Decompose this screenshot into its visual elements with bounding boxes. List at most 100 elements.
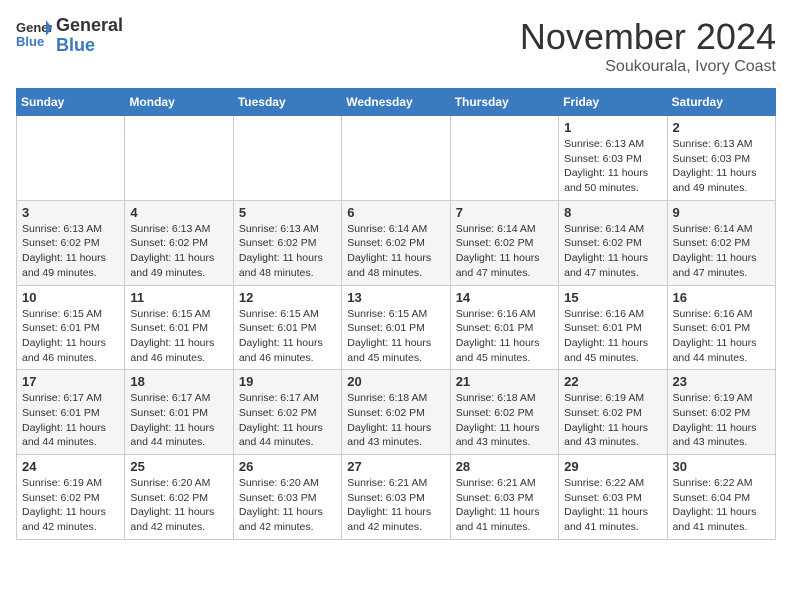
day-number: 23 [673,374,770,389]
day-number: 8 [564,205,661,220]
calendar-week-row: 10 Sunrise: 6:15 AM Sunset: 6:01 PM Dayli… [17,285,776,370]
day-number: 1 [564,120,661,135]
weekday-header: Wednesday [342,89,450,116]
day-number: 16 [673,290,770,305]
calendar-cell [233,116,341,201]
calendar-cell: 28Sunrise: 6:21 AM Sunset: 6:03 PM Dayli… [450,455,558,540]
day-info: Sunrise: 6:16 AM Sunset: 6:01 PM Dayligh… [673,307,770,366]
day-info: Sunrise: 6:13 AM Sunset: 6:02 PM Dayligh… [22,222,119,281]
day-number: 27 [347,459,444,474]
calendar-cell: 25 Sunrise: 6:20 AM Sunset: 6:02 PM Dayli… [125,455,233,540]
day-number: 2 [673,120,770,135]
day-info: Sunrise: 6:14 AM Sunset: 6:02 PM Dayligh… [456,222,553,281]
day-info: Sunrise: 6:19 AM Sunset: 6:02 PM Dayligh… [22,476,119,535]
day-info: Sunrise: 6:18 AM Sunset: 6:02 PM Dayligh… [347,391,444,450]
day-number: 29 [564,459,661,474]
logo: General Blue GeneralBlue [16,16,123,56]
calendar-cell: 26 Sunrise: 6:20 AM Sunset: 6:03 PM Dayli… [233,455,341,540]
calendar-cell: 16 Sunrise: 6:16 AM Sunset: 6:01 PM Dayli… [667,285,775,370]
day-info: Sunrise: 6:15 AM Sunset: 6:01 PM Dayligh… [347,307,444,366]
calendar-cell: 24 Sunrise: 6:19 AM Sunset: 6:02 PM Dayli… [17,455,125,540]
day-info: Sunrise: 6:22 AM Sunset: 6:03 PM Dayligh… [564,476,661,535]
calendar-table: SundayMondayTuesdayWednesdayThursdayFrid… [16,88,776,540]
calendar-cell: 7 Sunrise: 6:14 AM Sunset: 6:02 PM Daylig… [450,200,558,285]
calendar-week-row: 17Sunrise: 6:17 AM Sunset: 6:01 PM Dayli… [17,370,776,455]
day-number: 12 [239,290,336,305]
day-number: 3 [22,205,119,220]
calendar-cell: 23 Sunrise: 6:19 AM Sunset: 6:02 PM Dayli… [667,370,775,455]
day-info: Sunrise: 6:13 AM Sunset: 6:02 PM Dayligh… [239,222,336,281]
calendar-cell: 19 Sunrise: 6:17 AM Sunset: 6:02 PM Dayli… [233,370,341,455]
calendar-week-row: 24 Sunrise: 6:19 AM Sunset: 6:02 PM Dayli… [17,455,776,540]
calendar-cell: 12Sunrise: 6:15 AM Sunset: 6:01 PM Dayli… [233,285,341,370]
month-title: November 2024 [520,16,776,58]
day-info: Sunrise: 6:19 AM Sunset: 6:02 PM Dayligh… [673,391,770,450]
day-number: 22 [564,374,661,389]
day-info: Sunrise: 6:17 AM Sunset: 6:01 PM Dayligh… [130,391,227,450]
day-number: 25 [130,459,227,474]
day-number: 18 [130,374,227,389]
day-info: Sunrise: 6:15 AM Sunset: 6:01 PM Dayligh… [130,307,227,366]
calendar-cell: 6Sunrise: 6:14 AM Sunset: 6:02 PM Daylig… [342,200,450,285]
calendar-cell: 27 Sunrise: 6:21 AM Sunset: 6:03 PM Dayli… [342,455,450,540]
day-info: Sunrise: 6:14 AM Sunset: 6:02 PM Dayligh… [673,222,770,281]
day-info: Sunrise: 6:20 AM Sunset: 6:02 PM Dayligh… [130,476,227,535]
calendar-cell: 8 Sunrise: 6:14 AM Sunset: 6:02 PM Daylig… [559,200,667,285]
day-number: 10 [22,290,119,305]
day-number: 4 [130,205,227,220]
weekday-header: Tuesday [233,89,341,116]
weekday-header: Thursday [450,89,558,116]
logo-text: GeneralBlue [56,16,123,56]
logo-blue: Blue [56,36,123,56]
svg-text:Blue: Blue [16,34,44,49]
calendar-cell [342,116,450,201]
title-block: November 2024 Soukourala, Ivory Coast [520,16,776,76]
day-info: Sunrise: 6:17 AM Sunset: 6:01 PM Dayligh… [22,391,119,450]
day-info: Sunrise: 6:16 AM Sunset: 6:01 PM Dayligh… [456,307,553,366]
calendar-cell: 4 Sunrise: 6:13 AM Sunset: 6:02 PM Daylig… [125,200,233,285]
calendar-cell: 18 Sunrise: 6:17 AM Sunset: 6:01 PM Dayli… [125,370,233,455]
calendar-week-row: 3 Sunrise: 6:13 AM Sunset: 6:02 PM Daylig… [17,200,776,285]
day-info: Sunrise: 6:13 AM Sunset: 6:02 PM Dayligh… [130,222,227,281]
day-info: Sunrise: 6:15 AM Sunset: 6:01 PM Dayligh… [22,307,119,366]
day-number: 19 [239,374,336,389]
day-info: Sunrise: 6:14 AM Sunset: 6:02 PM Dayligh… [347,222,444,281]
calendar-cell: 30Sunrise: 6:22 AM Sunset: 6:04 PM Dayli… [667,455,775,540]
day-info: Sunrise: 6:17 AM Sunset: 6:02 PM Dayligh… [239,391,336,450]
calendar-cell: 13 Sunrise: 6:15 AM Sunset: 6:01 PM Dayli… [342,285,450,370]
location-title: Soukourala, Ivory Coast [520,58,776,76]
calendar-cell: 22 Sunrise: 6:19 AM Sunset: 6:02 PM Dayli… [559,370,667,455]
day-number: 20 [347,374,444,389]
day-number: 7 [456,205,553,220]
calendar-cell: 15Sunrise: 6:16 AM Sunset: 6:01 PM Dayli… [559,285,667,370]
calendar-cell: 2Sunrise: 6:13 AM Sunset: 6:03 PM Daylig… [667,116,775,201]
day-info: Sunrise: 6:13 AM Sunset: 6:03 PM Dayligh… [564,137,661,196]
day-number: 26 [239,459,336,474]
day-info: Sunrise: 6:16 AM Sunset: 6:01 PM Dayligh… [564,307,661,366]
day-info: Sunrise: 6:19 AM Sunset: 6:02 PM Dayligh… [564,391,661,450]
calendar-cell [450,116,558,201]
calendar-cell: 10 Sunrise: 6:15 AM Sunset: 6:01 PM Dayli… [17,285,125,370]
day-number: 24 [22,459,119,474]
calendar-cell: 20 Sunrise: 6:18 AM Sunset: 6:02 PM Dayli… [342,370,450,455]
day-number: 30 [673,459,770,474]
calendar-cell: 9 Sunrise: 6:14 AM Sunset: 6:02 PM Daylig… [667,200,775,285]
weekday-header: Monday [125,89,233,116]
day-info: Sunrise: 6:20 AM Sunset: 6:03 PM Dayligh… [239,476,336,535]
calendar-cell: 3 Sunrise: 6:13 AM Sunset: 6:02 PM Daylig… [17,200,125,285]
calendar-cell [17,116,125,201]
day-info: Sunrise: 6:21 AM Sunset: 6:03 PM Dayligh… [456,476,553,535]
day-number: 13 [347,290,444,305]
calendar-header-row: SundayMondayTuesdayWednesdayThursdayFrid… [17,89,776,116]
weekday-header: Sunday [17,89,125,116]
day-info: Sunrise: 6:21 AM Sunset: 6:03 PM Dayligh… [347,476,444,535]
day-number: 9 [673,205,770,220]
page-header: General Blue GeneralBlue November 2024 S… [16,16,776,76]
day-info: Sunrise: 6:14 AM Sunset: 6:02 PM Dayligh… [564,222,661,281]
calendar-cell: 1 Sunrise: 6:13 AM Sunset: 6:03 PM Daylig… [559,116,667,201]
calendar-cell: 17Sunrise: 6:17 AM Sunset: 6:01 PM Dayli… [17,370,125,455]
calendar-cell [125,116,233,201]
day-number: 11 [130,290,227,305]
calendar-cell: 11 Sunrise: 6:15 AM Sunset: 6:01 PM Dayli… [125,285,233,370]
day-number: 14 [456,290,553,305]
